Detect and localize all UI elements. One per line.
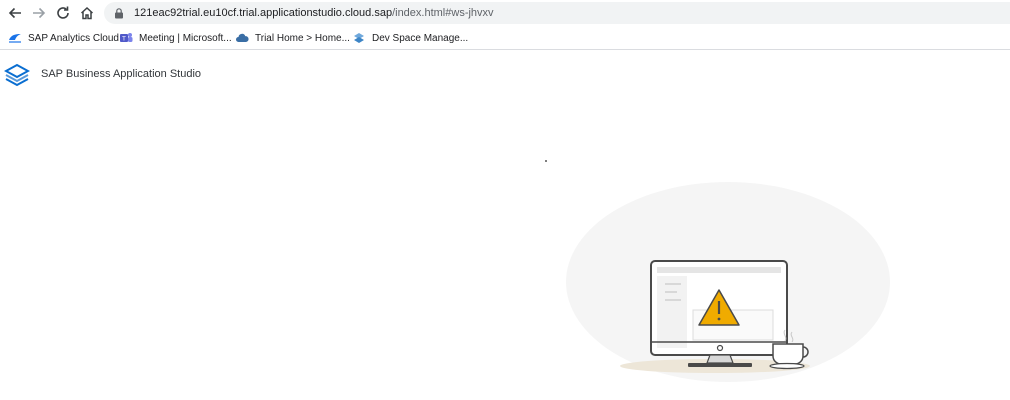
bookmark-label: Meeting | Microsoft... [139,32,232,44]
bookmark-sap-analytics-cloud[interactable]: SAP Analytics Cloud [8,28,119,48]
bookmark-meeting-microsoft[interactable]: T Meeting | Microsoft... [119,28,232,48]
teams-icon: T [119,31,133,45]
address-bar[interactable]: 121eac92trial.eu10cf.trial.applicationst… [104,2,1010,24]
bookmark-label: Trial Home > Home... [255,32,350,44]
loading-indicator [545,160,547,162]
bookmark-trial-home[interactable]: Trial Home > Home... [235,28,350,48]
svg-text:T: T [121,36,126,43]
home-icon[interactable] [78,4,96,22]
back-arrow-icon[interactable] [6,4,24,22]
bookmark-dev-space-manager[interactable]: Dev Space Manage... [352,28,468,48]
url-text: 121eac92trial.eu10cf.trial.applicationst… [134,7,494,19]
reload-icon[interactable] [54,4,72,22]
bookmark-label: Dev Space Manage... [372,32,469,44]
sap-analytics-cloud-icon [8,31,22,45]
lock-icon[interactable] [113,7,125,19]
bas-icon [352,31,366,45]
sap-bas-logo-icon [3,62,31,88]
browser-toolbar: 121eac92trial.eu10cf.trial.applicationst… [0,0,1010,26]
app-header: SAP Business Application Studio [0,58,1010,92]
bookmarks-bar: SAP Analytics Cloud T Meeting | Microsof… [0,27,1010,50]
forward-arrow-icon[interactable] [30,4,48,22]
error-illustration [565,180,895,385]
app-title: SAP Business Application Studio [41,68,202,80]
url-path: /index.html#ws-jhvxv [392,7,494,19]
url-host: 121eac92trial.eu10cf.trial.applicationst… [134,7,393,19]
bookmark-label: SAP Analytics Cloud [28,32,119,44]
cloud-icon [235,31,249,45]
